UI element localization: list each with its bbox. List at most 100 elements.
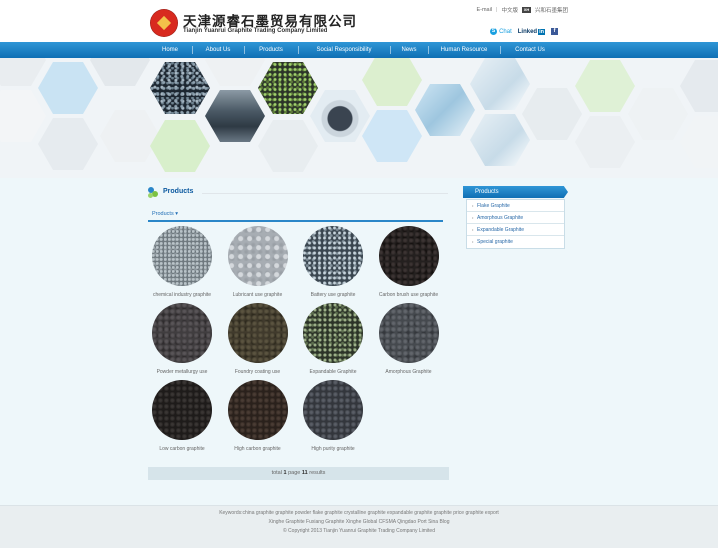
product-card[interactable]: chemical industry graphite bbox=[147, 226, 217, 298]
linkedin-link[interactable]: Linked in bbox=[517, 28, 545, 35]
pager-page-label: page bbox=[288, 470, 301, 476]
product-image[interactable] bbox=[378, 226, 439, 286]
product-caption[interactable]: Lubricant use graphite bbox=[223, 292, 293, 298]
pagination: total 1 page 11 results bbox=[148, 467, 449, 480]
nav-item-home[interactable]: Home bbox=[148, 42, 192, 58]
nav-item-news[interactable]: News bbox=[390, 42, 428, 58]
pager-results-label: results bbox=[309, 470, 326, 476]
sidebar-item-flake-graphite[interactable]: Flake Graphite bbox=[467, 200, 564, 212]
product-image[interactable] bbox=[378, 303, 439, 363]
banner-hex-tile bbox=[362, 58, 422, 106]
nav-item-contact-us[interactable]: Contact Us bbox=[500, 42, 560, 58]
banner-photo bbox=[258, 62, 318, 114]
product-image[interactable] bbox=[227, 303, 288, 363]
logo-english-name: Tianjin Yuanrui Graphite Trading Company… bbox=[183, 28, 328, 34]
banner-hex-tile bbox=[150, 120, 210, 172]
product-caption[interactable]: Expandable Graphite bbox=[298, 369, 368, 375]
product-card[interactable]: Lubricant use graphite bbox=[223, 226, 293, 298]
banner-hex-tile bbox=[628, 88, 688, 140]
banner-hex-tile bbox=[90, 58, 150, 86]
product-caption[interactable]: chemical industry graphite bbox=[147, 292, 217, 298]
banner-hex-tile bbox=[205, 58, 265, 86]
banner-hex-tile bbox=[680, 60, 718, 112]
product-image[interactable] bbox=[152, 380, 212, 440]
product-card[interactable]: High purity graphite bbox=[298, 380, 368, 452]
heading-dots-icon bbox=[148, 187, 160, 199]
banner-hex-tile bbox=[575, 60, 635, 112]
linkedin-badge: in bbox=[538, 28, 545, 35]
banner-hex-tile bbox=[575, 116, 635, 168]
chinese-version-link[interactable]: 中文版 bbox=[501, 6, 518, 14]
product-card[interactable]: Powder metallurgy use bbox=[147, 303, 217, 375]
facebook-icon[interactable]: f bbox=[551, 28, 558, 35]
product-caption[interactable]: Carbon brush use graphite bbox=[374, 292, 444, 298]
top-links: E-mail | 中文版 XH 兴和石墨集团 bbox=[476, 6, 568, 14]
products-dropdown-tab[interactable]: Products ▾ bbox=[152, 211, 178, 217]
sidebar-item-expandable-graphite[interactable]: Expandable Graphite bbox=[467, 224, 564, 236]
products-heading: Products bbox=[148, 186, 448, 200]
banner-photo bbox=[470, 58, 530, 110]
banner-hex-tile bbox=[38, 118, 98, 170]
nav-item-social-responsibility[interactable]: Social Responsibility bbox=[298, 42, 390, 58]
products-title: Products bbox=[163, 188, 194, 195]
banner-hex-tile bbox=[680, 116, 718, 168]
skype-chat-label: Chat bbox=[499, 28, 512, 35]
sidebar-category-list: Flake GraphiteAmorphous GraphiteExpandab… bbox=[466, 199, 565, 249]
social-links: S Chat Linked in f bbox=[490, 28, 558, 35]
sidebar-item-amorphous-graphite[interactable]: Amorphous Graphite bbox=[467, 212, 564, 224]
product-caption[interactable]: Battery use graphite bbox=[298, 292, 368, 298]
logo-chinese-name: 天津源睿石墨贸易有限公司 bbox=[183, 14, 357, 29]
banner-photo bbox=[150, 62, 210, 114]
footer-links[interactable]: Xinghe Graphite Fuxiang Graphite Xinghe … bbox=[0, 519, 718, 525]
banner-photo bbox=[415, 84, 475, 136]
product-image[interactable] bbox=[303, 380, 363, 440]
product-image[interactable] bbox=[152, 303, 212, 363]
page: 天津源睿石墨贸易有限公司 Tianjin Yuanrui Graphite Tr… bbox=[0, 0, 718, 548]
main-nav-items: Home About Us Products Social Responsibilit… bbox=[148, 42, 560, 58]
sidebar-item-special-graphite[interactable]: Special graphite bbox=[467, 236, 564, 248]
product-caption[interactable]: Powder metallurgy use bbox=[147, 369, 217, 375]
product-card[interactable]: Low carbon graphite bbox=[147, 380, 217, 452]
product-card[interactable]: Expandable Graphite bbox=[298, 303, 368, 375]
footer-keywords: Keywords:china graphite graphite powder … bbox=[219, 510, 499, 516]
product-image[interactable] bbox=[227, 226, 288, 286]
product-card[interactable]: Battery use graphite bbox=[298, 226, 368, 298]
banner-photo bbox=[205, 90, 265, 142]
pager-page-count: 1 bbox=[283, 470, 287, 476]
xinghe-group-link[interactable]: 兴和石墨集团 bbox=[535, 6, 568, 14]
product-caption[interactable]: High purity graphite bbox=[298, 446, 368, 452]
banner-hex-tile bbox=[522, 88, 582, 140]
product-image[interactable] bbox=[303, 226, 363, 286]
email-link[interactable]: E-mail bbox=[476, 7, 492, 13]
product-caption[interactable]: High carbon graphite bbox=[223, 446, 293, 452]
products-tab-bar: Products ▾ bbox=[148, 209, 443, 222]
product-caption[interactable]: Foundry coating use bbox=[223, 369, 293, 375]
product-image[interactable] bbox=[152, 226, 212, 286]
product-card[interactable]: High carbon graphite bbox=[223, 380, 293, 452]
footer-copyright: © Copyright 2013 Tianjin Yuanrui Graphit… bbox=[282, 528, 435, 534]
banner-hex-tile bbox=[258, 120, 318, 172]
logo-mark-icon bbox=[150, 9, 178, 37]
product-image[interactable] bbox=[303, 303, 363, 363]
main-nav: Home About Us Products Social Responsibilit… bbox=[0, 42, 718, 58]
nav-item-products[interactable]: Products bbox=[244, 42, 298, 58]
nav-item-about-us[interactable]: About Us bbox=[192, 42, 244, 58]
banner-hex-tile bbox=[38, 62, 98, 114]
separator: | bbox=[496, 7, 498, 13]
product-card[interactable]: Amorphous Graphite bbox=[374, 303, 444, 375]
banner-hex-tile bbox=[0, 90, 46, 142]
heading-divider bbox=[202, 193, 448, 194]
product-card[interactable]: Foundry coating use bbox=[223, 303, 293, 375]
banner-hex-tile bbox=[362, 110, 422, 162]
skype-chat-link[interactable]: S Chat bbox=[490, 28, 512, 35]
banner-hex-tile bbox=[0, 58, 46, 86]
product-image[interactable] bbox=[227, 380, 288, 440]
product-caption[interactable]: Low carbon graphite bbox=[147, 446, 217, 452]
logo[interactable]: 天津源睿石墨贸易有限公司 Tianjin Yuanrui Graphite Tr… bbox=[150, 9, 356, 39]
linkedin-label: Linked bbox=[517, 28, 538, 35]
nav-item-human-resource[interactable]: Human Resource bbox=[428, 42, 500, 58]
product-caption[interactable]: Amorphous Graphite bbox=[374, 369, 444, 375]
product-card[interactable]: Carbon brush use graphite bbox=[374, 226, 444, 298]
banner-photo bbox=[310, 90, 370, 142]
pager-result-count: 11 bbox=[301, 470, 308, 476]
